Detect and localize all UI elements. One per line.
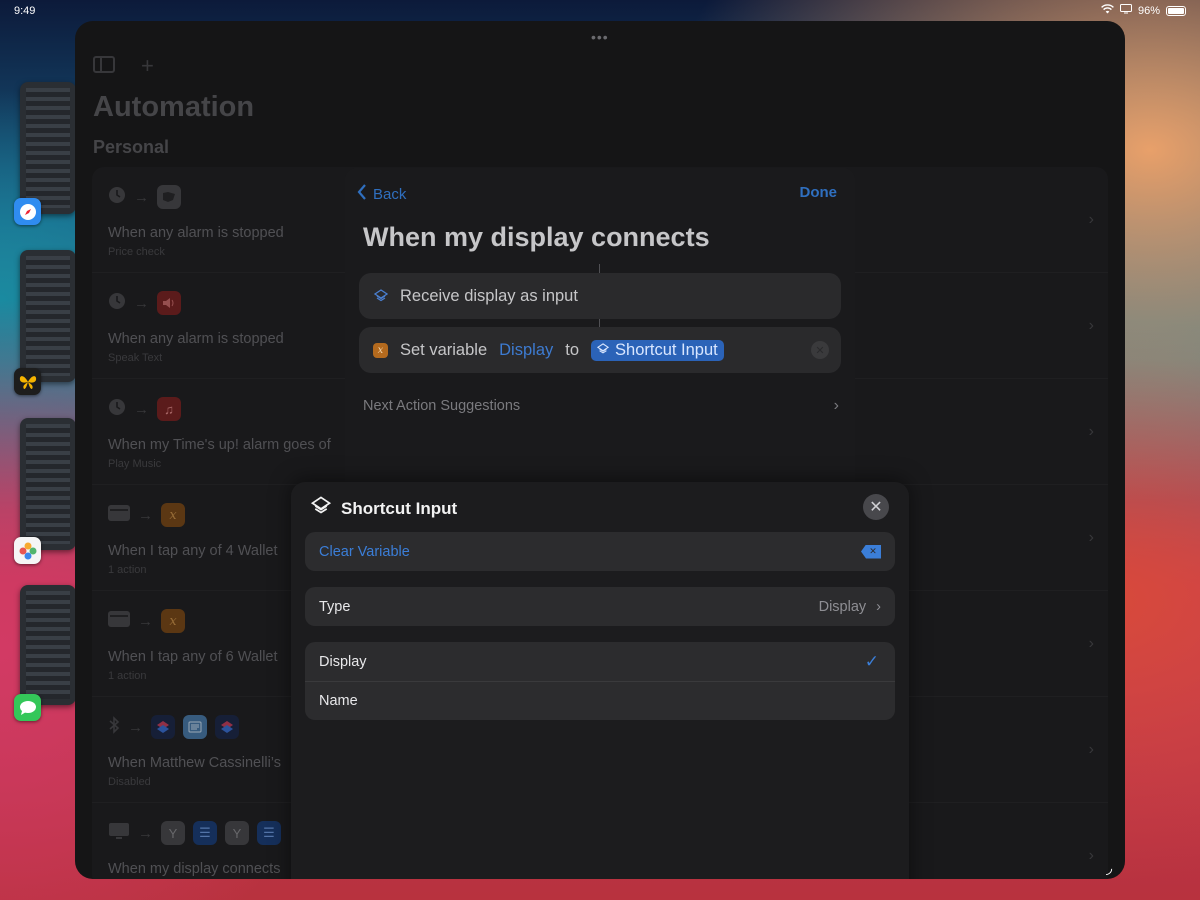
shortcuts-icon bbox=[596, 341, 610, 360]
type-label: Type bbox=[319, 598, 351, 615]
status-bar: 9:49 96% bbox=[0, 0, 1200, 22]
slideover-card-safari[interactable] bbox=[20, 82, 76, 214]
receive-action-label: Receive display as input bbox=[400, 286, 578, 305]
back-label: Back bbox=[373, 185, 407, 203]
status-time: 9:49 bbox=[14, 5, 36, 17]
slideover-card-tes[interactable] bbox=[20, 250, 76, 382]
shortcut-input-token[interactable]: Shortcut Input bbox=[591, 339, 724, 361]
editor-title: When my display connects bbox=[363, 222, 710, 252]
wifi-icon bbox=[1101, 4, 1114, 17]
shortcut-input-popover: Shortcut Input ✕ Clear Variable ✕ Type D… bbox=[291, 482, 909, 879]
next-suggestions-label: Next Action Suggestions bbox=[363, 398, 521, 414]
remove-action-icon[interactable]: ✕ bbox=[811, 341, 829, 359]
shortcuts-icon bbox=[373, 289, 388, 304]
popover-title: Shortcut Input bbox=[341, 498, 458, 518]
to-label: to bbox=[565, 340, 580, 359]
battery-percent: 96% bbox=[1137, 4, 1160, 17]
chevron-left-icon bbox=[357, 184, 367, 204]
set-variable-action[interactable]: x Set variable Display to Shortcut Input… bbox=[359, 327, 841, 373]
receive-input-action[interactable]: Receive display as input bbox=[359, 273, 841, 319]
photos-icon[interactable] bbox=[14, 537, 41, 564]
status-right: 96% bbox=[1101, 4, 1186, 17]
chevron-right-icon: › bbox=[833, 397, 839, 414]
checkmark-icon: ✓ bbox=[864, 651, 879, 671]
shortcuts-icon bbox=[310, 496, 332, 521]
clear-variable-label: Clear Variable bbox=[319, 543, 410, 560]
safari-icon[interactable] bbox=[14, 198, 41, 225]
chevron-right-icon: › bbox=[876, 598, 881, 615]
shortcut-input-label: Shortcut Input bbox=[615, 340, 718, 359]
done-button[interactable]: Done bbox=[800, 184, 838, 201]
option-name[interactable]: Name bbox=[305, 681, 895, 720]
slideover-card-photos[interactable] bbox=[20, 418, 76, 550]
resize-handle-icon[interactable]: ◞ bbox=[1106, 858, 1112, 878]
shortcuts-window: ••• + Automation Personal → When any ala… bbox=[75, 21, 1125, 879]
type-row[interactable]: Type Display › bbox=[305, 587, 895, 626]
option-label: Display bbox=[319, 653, 367, 670]
type-value: Display bbox=[818, 598, 867, 615]
messages-icon[interactable] bbox=[14, 694, 41, 721]
option-label: Name bbox=[319, 693, 358, 709]
option-display[interactable]: Display ✓ bbox=[305, 642, 895, 681]
battery-icon bbox=[1166, 5, 1186, 16]
next-action-suggestions[interactable]: Next Action Suggestions › bbox=[363, 397, 839, 414]
property-options-list: Display ✓ Name bbox=[305, 642, 895, 720]
slideover-card-messages[interactable] bbox=[20, 585, 76, 705]
back-button[interactable]: Back bbox=[357, 184, 406, 204]
set-variable-label: Set variable bbox=[400, 340, 488, 359]
delete-backward-icon: ✕ bbox=[861, 544, 881, 559]
display-icon bbox=[1119, 4, 1132, 17]
variable-icon: x bbox=[373, 342, 388, 358]
clear-variable-button[interactable]: Clear Variable ✕ bbox=[305, 532, 895, 571]
variable-name-token[interactable]: Display bbox=[499, 341, 553, 360]
butterfly-app-icon[interactable] bbox=[14, 368, 41, 395]
close-icon[interactable]: ✕ bbox=[863, 494, 889, 520]
